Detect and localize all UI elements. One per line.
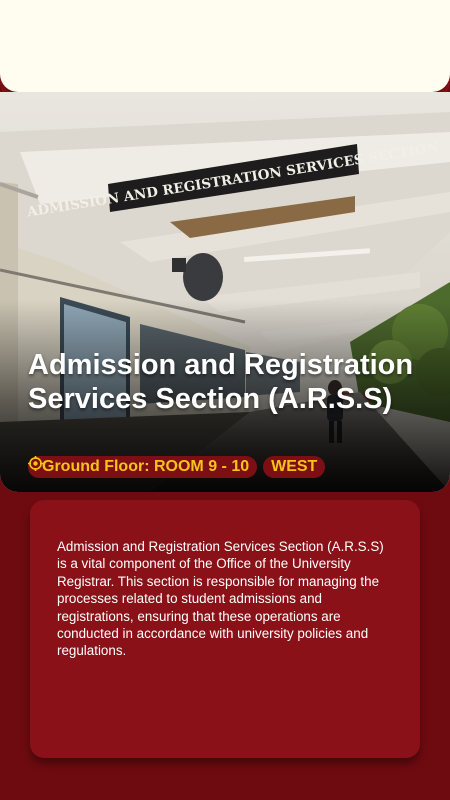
hero-image: ADMISSION AND REGISTRATION SERVICES SECT… <box>0 92 450 492</box>
description-card: Admission and Registration Services Sect… <box>30 500 420 758</box>
description-text: Admission and Registration Services Sect… <box>57 539 384 659</box>
top-panel <box>0 0 450 92</box>
hero-gradient <box>0 92 450 492</box>
location-chip: Ground Floor: ROOM 9 - 10 <box>28 456 258 478</box>
location-chips: Ground Floor: ROOM 9 - 10 WEST <box>28 456 326 478</box>
direction-chip: WEST <box>263 456 326 478</box>
location-label: Ground Floor: ROOM 9 - 10 <box>42 458 250 475</box>
direction-label: WEST <box>271 458 318 475</box>
page-title: Admission and Registration Services Sect… <box>28 349 414 415</box>
